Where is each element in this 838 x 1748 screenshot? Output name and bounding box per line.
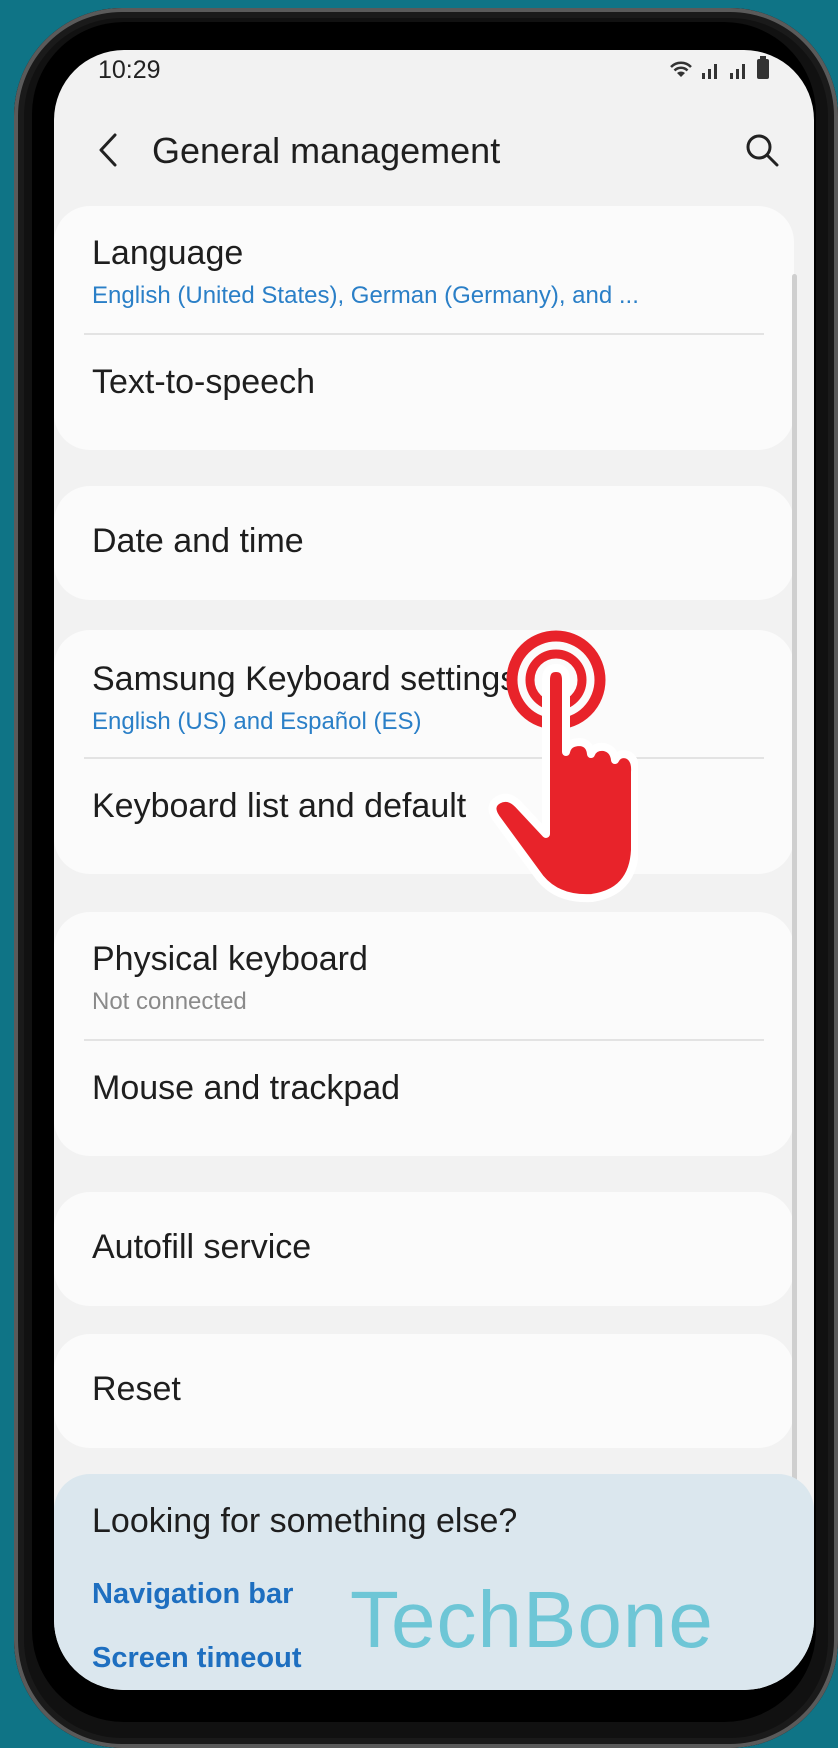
item-title: Physical keyboard (92, 940, 368, 978)
tap-hand-icon (488, 630, 638, 903)
list-item-autofill[interactable]: Autofill service (54, 1192, 794, 1306)
battery-icon (757, 56, 769, 79)
screen: 10:29 General management Language Englis… (54, 50, 814, 1690)
settings-group-autofill: Autofill service (54, 1192, 794, 1306)
settings-group-date-time: Date and time (54, 486, 794, 600)
watermark: TechBone (350, 1575, 714, 1664)
item-title: Date and time (92, 522, 304, 560)
page-title: General management (152, 130, 501, 171)
status-icons (668, 56, 770, 80)
link-screen-timeout[interactable]: Screen timeout (92, 1642, 302, 1675)
item-title: Mouse and trackpad (92, 1069, 401, 1107)
back-button[interactable] (86, 128, 130, 172)
signal-icon (730, 64, 745, 79)
wifi-icon (670, 61, 692, 77)
search-button[interactable] (738, 126, 786, 174)
link-navigation-bar[interactable]: Navigation bar (92, 1578, 293, 1611)
settings-group-language: Language English (United States), German… (54, 206, 794, 450)
search-icon (746, 134, 779, 167)
list-item-text-to-speech[interactable]: Text-to-speech (54, 335, 794, 450)
status-bar: 10:29 (54, 50, 814, 100)
app-bar: General management (54, 110, 814, 190)
signal-icon (702, 64, 717, 79)
settings-group-input-devices: Physical keyboard Not connected Mouse an… (54, 912, 794, 1156)
suggestions-title: Looking for something else? (92, 1502, 518, 1540)
item-title: Language (92, 234, 244, 272)
list-item-language[interactable]: Language English (United States), German… (54, 206, 794, 332)
list-item-mouse-trackpad[interactable]: Mouse and trackpad (54, 1041, 794, 1156)
list-item-keyboard-list[interactable]: Keyboard list and default (54, 759, 794, 874)
settings-group-reset: Reset (54, 1334, 794, 1448)
item-subtitle: English (United States), German (Germany… (92, 282, 639, 309)
list-item-samsung-keyboard[interactable]: Samsung Keyboard settings English (US) a… (54, 630, 794, 756)
item-subtitle: English (US) and Español (ES) (92, 708, 422, 735)
list-item-reset[interactable]: Reset (54, 1334, 794, 1448)
chevron-left-icon (99, 133, 117, 167)
scrollbar[interactable] (792, 274, 797, 1594)
list-item-physical-keyboard[interactable]: Physical keyboard Not connected (54, 912, 794, 1038)
item-subtitle: Not connected (92, 988, 247, 1015)
status-time: 10:29 (98, 56, 161, 84)
item-title: Keyboard list and default (92, 787, 467, 825)
item-title: Text-to-speech (92, 363, 315, 401)
list-item-date-and-time[interactable]: Date and time (54, 486, 794, 600)
item-title: Reset (92, 1370, 181, 1408)
settings-group-keyboard: Samsung Keyboard settings English (US) a… (54, 630, 794, 874)
item-title: Samsung Keyboard settings (92, 660, 518, 698)
item-title: Autofill service (92, 1228, 312, 1266)
